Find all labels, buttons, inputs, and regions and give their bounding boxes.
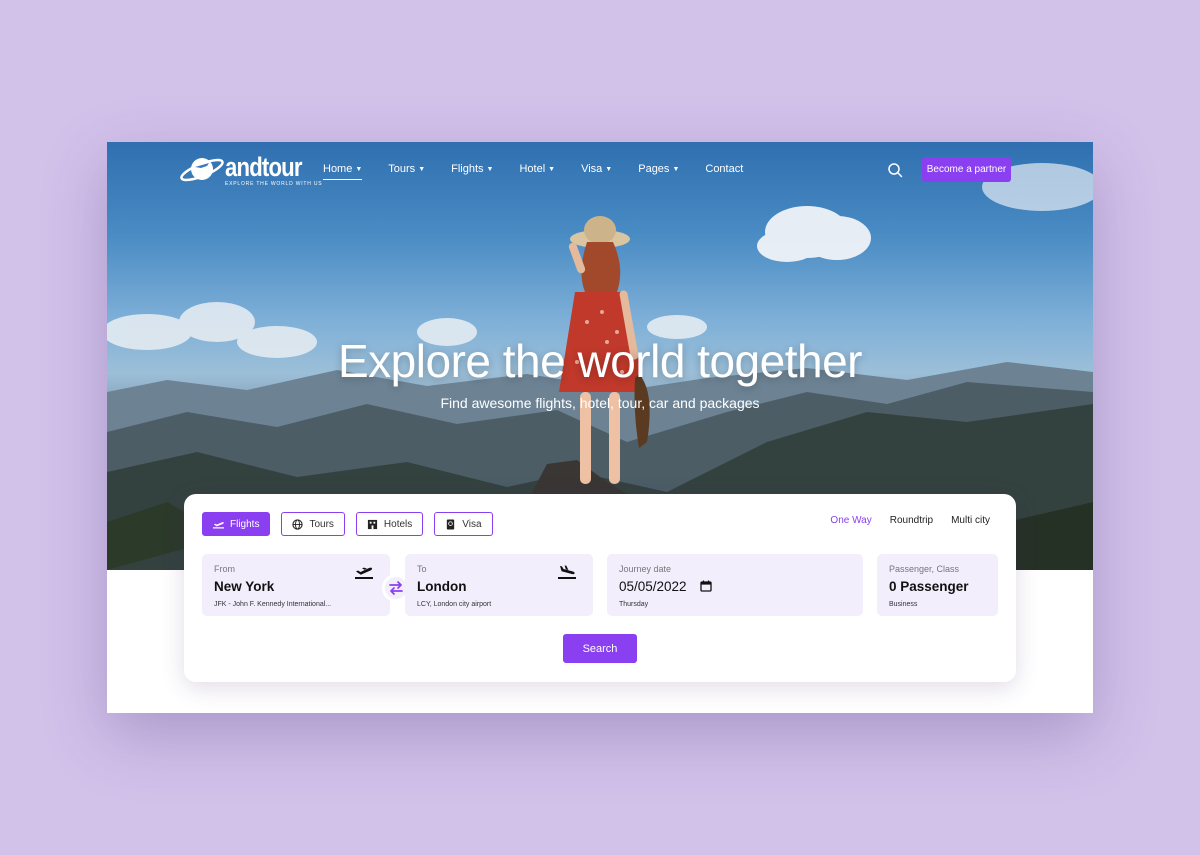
chevron-down-icon: ▼ — [418, 165, 426, 173]
to-field[interactable]: To London LCY, London city airport — [405, 554, 593, 616]
globe-icon — [292, 518, 304, 530]
planet-logo-icon — [180, 158, 224, 182]
search-card: Flights Tours Hotels Visa One Way Roundt… — [184, 494, 1016, 682]
trip-roundtrip[interactable]: Roundtrip — [890, 515, 933, 526]
trip-one-way[interactable]: One Way — [830, 515, 871, 526]
to-label: To — [417, 564, 427, 574]
from-field[interactable]: From New York JFK - John F. Kennedy Inte… — [202, 554, 390, 616]
nav-item-label: Pages — [638, 163, 670, 175]
passport-icon — [447, 518, 455, 530]
nav-item-label: Hotel — [519, 163, 546, 175]
date-label: Journey date — [619, 564, 672, 574]
nav-item-label: Visa — [581, 163, 603, 175]
chevron-down-icon: ▼ — [355, 165, 363, 173]
hero-title: Explore the world together — [338, 335, 862, 387]
nav-item-label: Tours — [388, 163, 416, 175]
date-value: 05/05/2022 — [619, 579, 687, 594]
tab-flights[interactable]: Flights — [202, 512, 271, 536]
plane-landing-icon — [558, 565, 576, 579]
nav-item-visa[interactable]: Visa ▼ — [581, 160, 612, 178]
search-button[interactable]: Search — [563, 634, 637, 663]
nav-item-home[interactable]: Home ▼ — [323, 160, 363, 180]
nav-item-label: Home — [323, 163, 353, 175]
passenger-label: Passenger, Class — [889, 564, 960, 574]
tab-visa[interactable]: Visa — [434, 512, 493, 536]
hotel-icon — [367, 519, 377, 529]
browser-frame: andtour EXPLORE THE WORLD WITH US Home ▼… — [107, 142, 1093, 713]
brand-tagline: EXPLORE THE WORLD WITH US — [225, 181, 323, 187]
nav-item-contact[interactable]: Contact — [705, 160, 743, 178]
nav-item-flights[interactable]: Flights ▼ — [451, 160, 493, 178]
plane-icon — [213, 521, 224, 529]
calendar-icon[interactable] — [700, 580, 712, 592]
to-value: London — [417, 579, 467, 594]
trip-type-selector: One Way Roundtrip Multi city — [830, 515, 990, 526]
nav-item-label: Flights — [451, 163, 484, 175]
tab-label: Flights — [230, 518, 260, 530]
tab-label: Hotels — [383, 518, 413, 530]
date-weekday: Thursday — [619, 601, 649, 608]
from-label: From — [214, 564, 235, 574]
to-airport: LCY, London city airport — [417, 601, 492, 608]
chevron-down-icon: ▼ — [672, 165, 680, 173]
nav-item-hotel[interactable]: Hotel ▼ — [519, 160, 555, 178]
tab-hotels[interactable]: Hotels — [355, 512, 424, 536]
from-value: New York — [214, 579, 275, 594]
nav-item-tours[interactable]: Tours ▼ — [388, 160, 425, 178]
search-tabs: Flights Tours Hotels Visa — [202, 512, 493, 536]
brand-name: andtour — [225, 152, 302, 182]
nav-item-label: Contact — [705, 163, 744, 175]
chevron-down-icon: ▼ — [548, 165, 556, 173]
nav-item-pages[interactable]: Pages ▼ — [638, 160, 679, 178]
swap-arrows-icon — [389, 581, 403, 595]
main-menu: Home ▼ Tours ▼ Flights ▼ Hotel ▼ Visa ▼ … — [323, 160, 769, 180]
class-value: Business — [889, 601, 918, 608]
top-navigation: andtour EXPLORE THE WORLD WITH US Home ▼… — [107, 142, 1093, 202]
plane-takeoff-icon — [355, 567, 373, 579]
passenger-value: 0 Passenger — [889, 579, 969, 594]
tab-label: Visa — [462, 518, 482, 530]
brand-logo[interactable]: andtour EXPLORE THE WORLD WITH US — [179, 150, 322, 190]
tab-label: Tours — [309, 518, 334, 530]
chevron-down-icon: ▼ — [605, 165, 613, 173]
from-airport: JFK - John F. Kennedy International... — [214, 601, 332, 608]
chevron-down-icon: ▼ — [486, 165, 494, 173]
tab-tours[interactable]: Tours — [281, 512, 345, 536]
become-partner-button[interactable]: Become a partner — [922, 157, 1011, 182]
journey-date-field[interactable]: Journey date 05/05/2022 Thursday — [607, 554, 863, 616]
hero-subtitle: Find awesome flights, hotel, tour, car a… — [440, 395, 760, 411]
passenger-class-field[interactable]: Passenger, Class 0 Passenger Business — [877, 554, 998, 616]
search-icon[interactable] — [887, 162, 903, 178]
trip-multi-city[interactable]: Multi city — [951, 515, 990, 526]
